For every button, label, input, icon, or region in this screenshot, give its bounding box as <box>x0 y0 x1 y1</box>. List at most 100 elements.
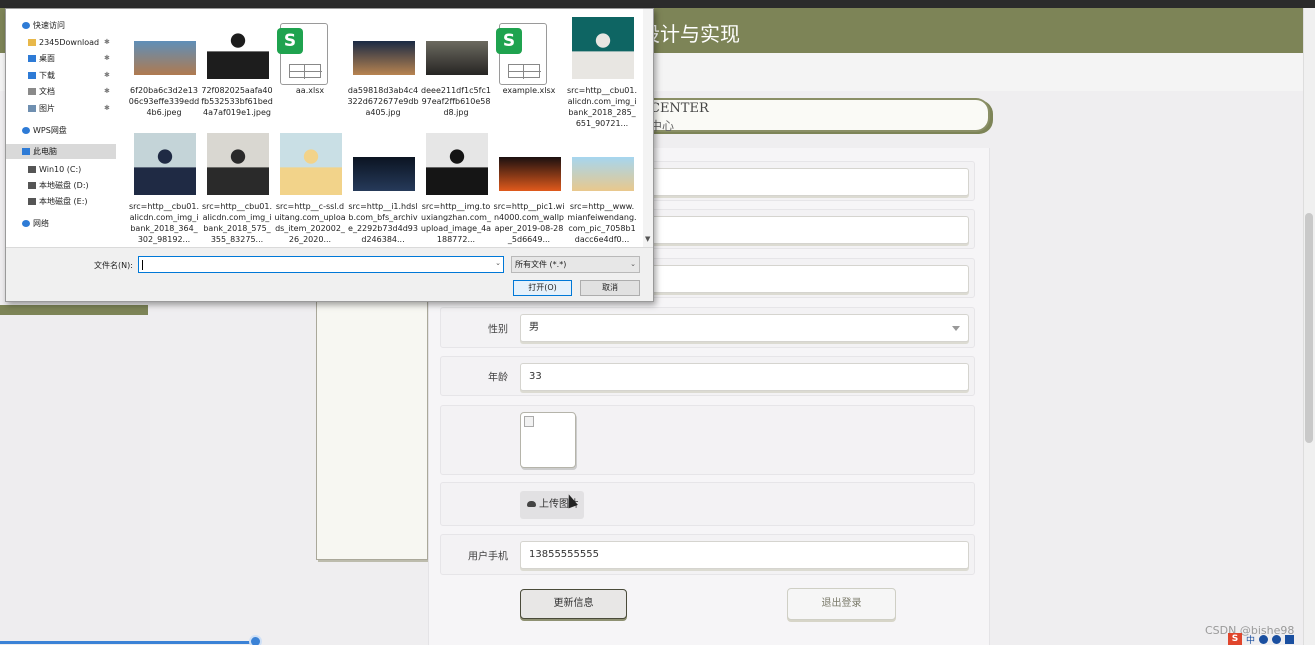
file-list-scrollbar[interactable]: ▼ <box>643 9 653 247</box>
file-item[interactable]: src=http__cbu01.alicdn.com_img_ibank_201… <box>128 133 200 248</box>
nav-item[interactable]: WPS网盘 <box>6 123 116 138</box>
nav-item-label: 文档 <box>39 87 55 96</box>
document-icon <box>28 88 36 95</box>
file-name-label: src=http__cbu01.alicdn.com_img_ibank_201… <box>128 202 200 244</box>
file-item[interactable]: src=http__i1.hdslb.com_bfs_archive_2292b… <box>347 133 418 248</box>
pin-icon: ✱ <box>104 38 110 46</box>
file-item[interactable]: 6f20ba6c3d2e1306c93effe339edd4b6.jpeg <box>128 17 199 132</box>
file-name-label: aa.xlsx <box>295 86 325 95</box>
file-item[interactable]: src=http__cbu01.alicdn.com_img_ibank_201… <box>201 133 272 248</box>
scroll-down-icon[interactable]: ▼ <box>645 235 650 243</box>
page-scrollbar[interactable] <box>1303 8 1315 645</box>
pin-icon: ✱ <box>104 71 110 79</box>
filetype-select[interactable]: 所有文件 (*.*) ⌄ <box>511 256 640 273</box>
file-item[interactable]: da59818d3ab4c4322d672677e9dba405.jpg <box>347 17 419 132</box>
tray-dot-icon[interactable] <box>1259 634 1269 644</box>
phone-input[interactable]: 13855555555 <box>520 541 969 569</box>
sogou-ime-icon[interactable]: S <box>1228 633 1242 645</box>
page-scroll-thumb[interactable] <box>1305 213 1313 443</box>
gender-value: 男 <box>529 322 539 333</box>
age-label: 年龄 <box>488 372 508 384</box>
file-item[interactable]: 72f082025aafa40fb532533bf61bed4a7af019e1… <box>201 17 273 132</box>
nav-item[interactable]: 2345Download ✱ <box>6 35 116 50</box>
system-tray: S 中 <box>1228 633 1313 645</box>
form-row-avatar <box>440 405 975 475</box>
nav-item[interactable]: 此电脑 <box>6 144 116 159</box>
decorative-paper <box>316 300 428 560</box>
drive-icon <box>28 198 36 205</box>
nav-item[interactable]: 本地磁盘 (D:) <box>6 178 116 193</box>
cloud-upload-icon <box>527 501 536 507</box>
file-item[interactable]: Saa.xlsx <box>274 17 344 132</box>
file-item[interactable]: src=http__c-ssl.duitang.com_uploads_item… <box>274 133 346 248</box>
center-title-en: CENTER <box>650 101 709 116</box>
nav-item-label: 本地磁盘 (D:) <box>39 181 89 190</box>
star-icon <box>22 22 30 29</box>
image-thumbnail <box>499 157 561 191</box>
progress-handle[interactable] <box>249 635 262 645</box>
age-input[interactable]: 33 <box>520 363 969 391</box>
filename-label: 文件名(N): <box>94 261 133 270</box>
ime-mode-icon[interactable]: 中 <box>1246 633 1255 645</box>
image-thumbnail <box>572 17 634 79</box>
file-item[interactable]: src=http__pic1.win4000.com_wallpaper_201… <box>493 133 564 248</box>
open-button[interactable]: 打开(O) <box>513 280 572 296</box>
image-thumbnail <box>426 41 488 75</box>
navigation-pane: 快速访问 2345Download ✱ 桌面 ✱ 下载 ✱ 文档 ✱ 图片 ✱ WPS网盘 此电脑 Win… <box>6 9 116 249</box>
file-name-label: example.xlsx <box>502 86 556 95</box>
cloud-icon <box>22 127 30 134</box>
nav-item[interactable]: 本地磁盘 (E:) <box>6 194 116 209</box>
form-row-upload: 上传图片 <box>440 482 975 526</box>
nav-item-label: 桌面 <box>39 54 55 63</box>
nav-item[interactable]: 文档 ✱ <box>6 84 116 99</box>
gender-select[interactable]: 男 <box>520 314 969 342</box>
folder-icon <box>28 39 36 46</box>
nav-item[interactable]: Win10 (C:) <box>6 162 116 177</box>
image-thumbnail <box>207 17 269 79</box>
drive-icon <box>28 166 36 173</box>
text-caret <box>142 260 143 270</box>
image-thumbnail <box>280 133 342 195</box>
form-row-gender: 性别 男 <box>440 307 975 348</box>
update-info-button[interactable]: 更新信息 <box>520 589 627 619</box>
computer-icon <box>22 148 30 155</box>
logout-button[interactable]: 退出登录 <box>787 588 896 620</box>
file-name-label: src=http__c-ssl.duitang.com_uploads_item… <box>274 202 346 244</box>
file-item[interactable]: src=http__img.touxiangzhan.com_upload_im… <box>420 133 491 248</box>
nav-item-label: 图片 <box>39 104 55 113</box>
left-accent-block <box>0 305 148 315</box>
image-thumbnail <box>134 41 196 75</box>
image-thumbnail <box>572 157 634 191</box>
nav-item[interactable]: 下载 ✱ <box>6 68 116 83</box>
chevron-down-icon[interactable]: ⌄ <box>495 259 501 267</box>
desktop-icon <box>28 55 36 62</box>
nav-item[interactable]: 网络 <box>6 216 116 231</box>
keyboard-icon[interactable] <box>1285 634 1295 644</box>
tray-face-icon[interactable] <box>1272 634 1282 644</box>
nav-item-label: 2345Download <box>39 38 100 47</box>
nav-item-label: WPS网盘 <box>33 126 67 135</box>
image-thumbnail <box>353 157 415 191</box>
file-item[interactable]: deee211df1c5fc197eaf2ffb610e58d8.jpg <box>420 17 491 132</box>
cancel-button[interactable]: 取消 <box>580 280 640 296</box>
file-item[interactable]: src=http__www.mianfeiwendang.com_pic_705… <box>566 133 637 248</box>
file-item[interactable]: src=http__cbu01.alicdn.com_img_ibank_201… <box>566 17 637 132</box>
nav-item-label: 下载 <box>39 71 55 80</box>
dialog-footer: 文件名(N): ⌄ 所有文件 (*.*) ⌄ 打开(O) 取消 <box>6 247 653 301</box>
top-strip <box>0 0 1315 8</box>
file-name-label: src=http__i1.hdslb.com_bfs_archive_2292b… <box>348 202 418 244</box>
file-item[interactable]: Sexample.xlsx <box>493 17 563 132</box>
center-title-bar: CENTER 中心 <box>640 98 990 133</box>
grid-icon <box>508 64 541 79</box>
nav-item[interactable]: 图片 ✱ <box>6 101 116 116</box>
image-thumbnail <box>353 41 415 75</box>
nav-item-label: 本地磁盘 (E:) <box>39 197 88 206</box>
pin-icon: ✱ <box>104 87 110 95</box>
nav-item[interactable]: 桌面 ✱ <box>6 51 116 66</box>
file-name-label: da59818d3ab4c4322d672677e9dba405.jpg <box>347 86 419 117</box>
filename-input[interactable]: ⌄ <box>138 256 504 273</box>
nav-item-label: Win10 (C:) <box>39 165 82 174</box>
nav-item[interactable]: 快速访问 <box>6 18 116 33</box>
wps-sheet-badge-icon: S <box>277 28 303 54</box>
avatar-preview <box>520 412 576 468</box>
